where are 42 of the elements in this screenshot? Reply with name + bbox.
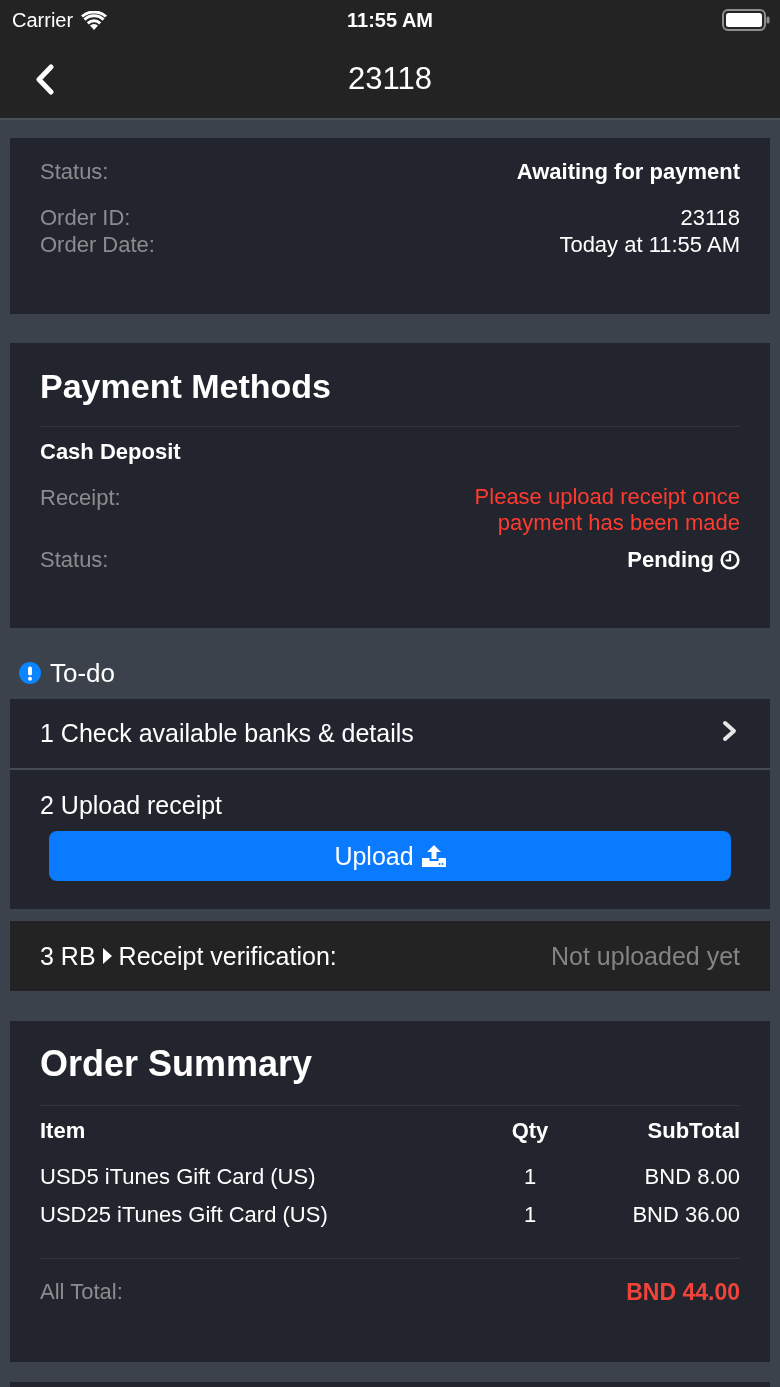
- info-icon: [19, 662, 41, 684]
- wifi-icon: [81, 10, 108, 30]
- field-value: Pending: [627, 546, 714, 573]
- upload-icon: [421, 845, 446, 867]
- table-cell-text: USD25 iTunes Gift Card (US): [40, 1202, 329, 1228]
- table-cell-text: 1: [522, 1202, 538, 1228]
- field-value: 23118: [680, 204, 740, 231]
- field-value: Awaiting for payment: [516, 158, 740, 185]
- chevron-right-icon: [722, 719, 738, 742]
- carrier-label: Carrier: [12, 8, 74, 32]
- column-header: Qty: [510, 1118, 550, 1144]
- step-label: 2 Upload receipt: [40, 790, 224, 820]
- field-value: Today at 11:55 AM: [559, 231, 740, 258]
- field-label: Status:: [40, 546, 109, 573]
- section-title: Order Summary: [40, 1043, 314, 1086]
- todo-title: To-do: [50, 658, 116, 688]
- table-cell-text: 1: [522, 1164, 538, 1190]
- field-label: Order ID:: [40, 204, 131, 231]
- warning-message: Please upload receipt once payment has been made: [473, 484, 740, 536]
- section-title: Payment Methods: [40, 366, 332, 407]
- column-header: Item: [40, 1118, 87, 1144]
- step-label: Receipt verification:: [118, 941, 337, 971]
- total-value: BND 44.00: [626, 1279, 740, 1305]
- payment-method-name: Cash Deposit: [40, 439, 182, 465]
- caret-right-icon: [102, 948, 112, 964]
- upload-button[interactable]: Upload: [49, 831, 731, 881]
- chevron-left-icon: [35, 63, 55, 95]
- nav-title: 23118: [348, 61, 432, 97]
- column-header: SubTotal: [646, 1118, 740, 1144]
- todo-item[interactable]: 1 Check available banks & details: [10, 699, 770, 770]
- step-label: 3 RB: [40, 941, 96, 971]
- table-cell-text: BND 36.00: [631, 1202, 740, 1228]
- field-label: Receipt:: [40, 484, 121, 511]
- battery-icon: [722, 9, 770, 31]
- total-label: All Total:: [40, 1279, 123, 1305]
- clock-icon: [720, 549, 740, 570]
- field-label: Status:: [40, 158, 109, 185]
- table-cell-text: USD5 iTunes Gift Card (US): [40, 1164, 317, 1190]
- step-status: Not uploaded yet: [550, 941, 740, 971]
- clock-time: 11:55 AM: [347, 8, 433, 32]
- table-cell-text: BND 8.00: [643, 1164, 740, 1190]
- field-label: Order Date:: [40, 231, 155, 258]
